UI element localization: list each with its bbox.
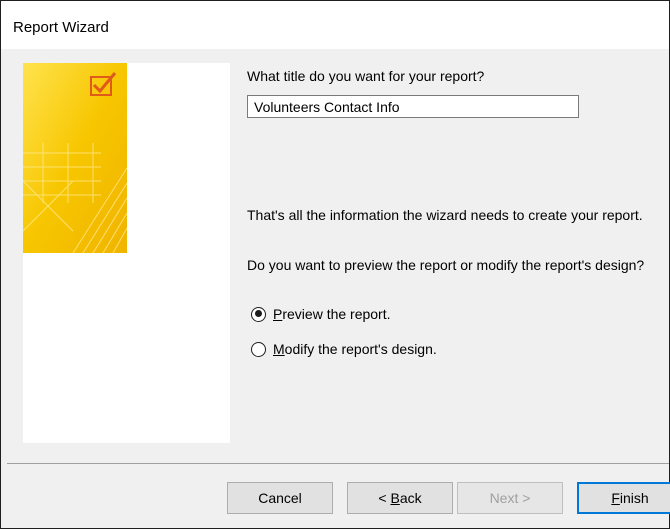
radio-selected-dot xyxy=(254,310,262,317)
next-button[interactable]: Next > xyxy=(457,482,563,514)
preview-question: Do you want to preview the report or mod… xyxy=(247,257,645,273)
footer-divider xyxy=(7,463,669,464)
modify-option-label[interactable]: Modify the report's design. xyxy=(273,341,437,357)
cancel-button[interactable]: Cancel xyxy=(227,482,333,514)
report-illustration xyxy=(23,63,127,253)
back-prefix: < xyxy=(378,490,391,506)
back-button[interactable]: < Back xyxy=(347,482,453,514)
preview-report-option[interactable]: Preview the report. xyxy=(251,303,391,325)
next-label: Next > xyxy=(489,490,531,506)
title-bar: Report Wizard xyxy=(1,1,669,49)
info-text: That's all the information the wizard ne… xyxy=(247,207,643,223)
report-wizard-window: Report Wizard What title do you want for… xyxy=(0,0,670,529)
finish-button[interactable]: Finish xyxy=(577,482,670,514)
back-label-rest: ack xyxy=(399,490,422,506)
report-title-input[interactable] xyxy=(247,95,579,118)
modify-design-option[interactable]: Modify the report's design. xyxy=(251,338,437,360)
title-prompt: What title do you want for your report? xyxy=(247,68,485,84)
modify-mnemonic: M xyxy=(273,341,285,357)
modify-label-text: odify the report's design. xyxy=(284,341,437,357)
finish-label-rest: inish xyxy=(619,490,649,506)
cancel-label: Cancel xyxy=(258,490,302,506)
back-mnemonic: B xyxy=(390,490,400,506)
wizard-side-panel xyxy=(23,63,230,443)
preview-label-text: review the report. xyxy=(282,306,391,322)
radio-preview[interactable] xyxy=(251,306,266,322)
preview-mnemonic: P xyxy=(273,306,283,322)
finish-mnemonic: F xyxy=(611,490,620,506)
radio-modify[interactable] xyxy=(251,341,266,357)
preview-option-label[interactable]: Preview the report. xyxy=(273,306,391,322)
report-graphic-icon xyxy=(23,63,127,253)
window-title: Report Wizard xyxy=(13,19,109,36)
